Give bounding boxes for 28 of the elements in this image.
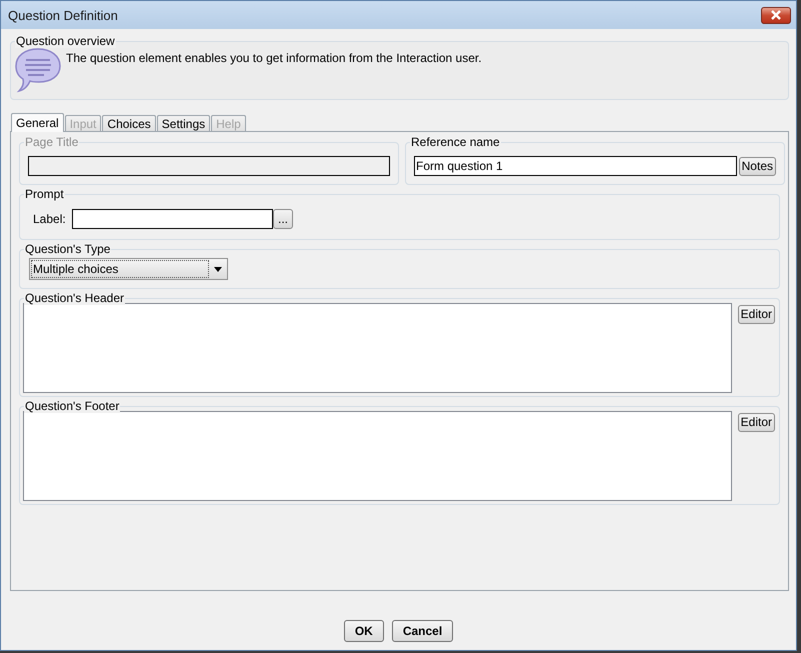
tab[interactable]: General xyxy=(11,113,64,132)
question-type-dropdown[interactable]: Multiple choices xyxy=(29,258,228,280)
editor-button[interactable]: Editor xyxy=(738,413,775,432)
selected-value: Multiple choices xyxy=(31,260,209,278)
group-label: Prompt xyxy=(25,187,64,201)
group-label: Question's Footer xyxy=(25,399,120,413)
cancel-button[interactable]: Cancel xyxy=(392,620,454,642)
notes-button[interactable]: Notes xyxy=(738,156,776,176)
group-label: Reference name xyxy=(411,135,500,149)
group-label: Question overview xyxy=(16,34,115,48)
speech-bubble-icon xyxy=(14,46,62,94)
tab[interactable]: Choices xyxy=(102,115,156,131)
description-text: The question element enables you to get information from the Interaction user. xyxy=(66,51,482,65)
window-title: Question Definition xyxy=(8,8,118,22)
browse-button[interactable]: ... xyxy=(273,209,293,229)
label-field[interactable] xyxy=(72,209,273,229)
ok-button[interactable]: OK xyxy=(344,620,384,642)
group-label: Question's Header xyxy=(25,291,124,305)
field-label: Label: xyxy=(33,212,67,226)
editor-button[interactable]: Editor xyxy=(738,305,775,324)
close-icon xyxy=(770,10,782,20)
group-label: Question's Type xyxy=(25,242,110,256)
close-button[interactable] xyxy=(761,6,791,24)
text-area[interactable] xyxy=(23,303,732,393)
text-area[interactable] xyxy=(23,411,732,501)
reference-name-field[interactable]: Form question 1 xyxy=(414,156,737,176)
tab[interactable]: Settings xyxy=(156,115,210,131)
group-label: Page Title xyxy=(25,135,78,149)
